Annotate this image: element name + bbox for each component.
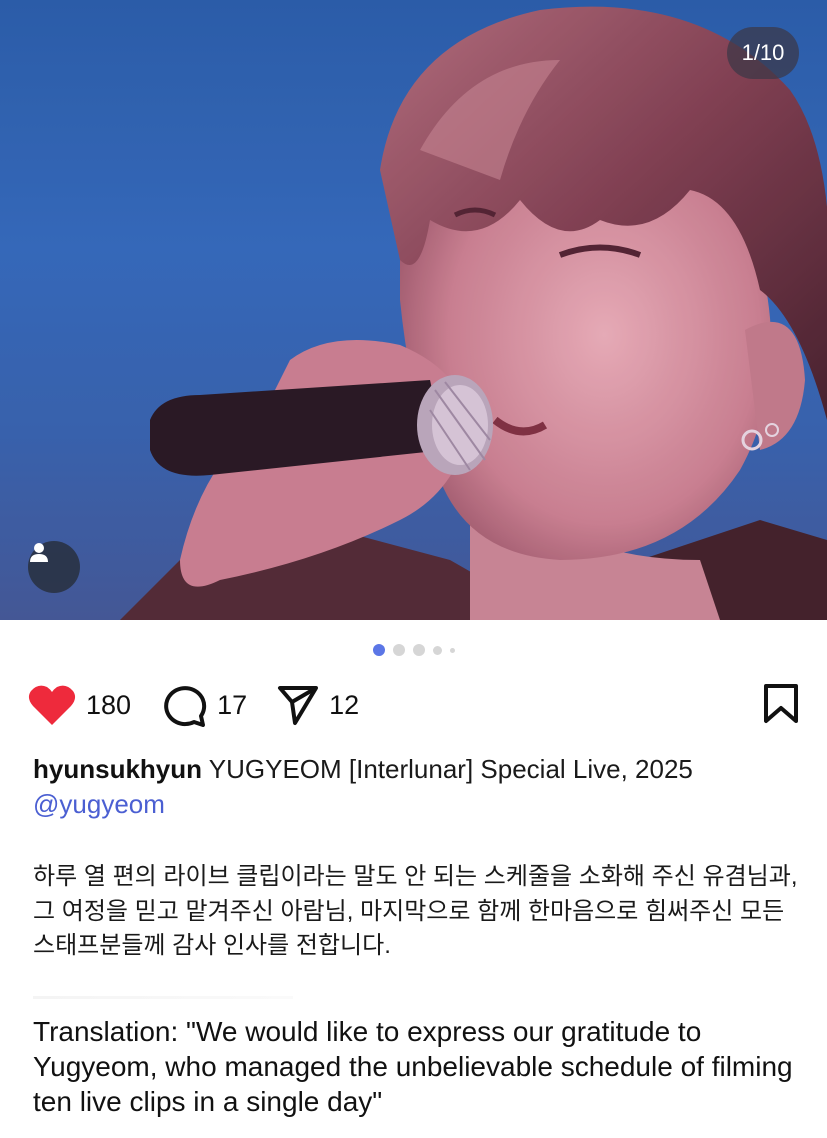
like-action[interactable]: 180 [28,684,131,726]
heart-icon[interactable] [28,684,76,726]
caption-text: YUGYEOM [Interlunar] Special Live, 2025 [202,754,693,784]
post-photo[interactable]: 1/10 [0,0,827,620]
page-dot[interactable] [392,644,405,656]
image-counter: 1/10 [727,27,799,79]
like-count: 180 [86,689,132,720]
divider [33,996,293,999]
share-count: 12 [329,689,360,720]
send-icon[interactable] [277,684,319,726]
caption-username[interactable]: hyunsukhyun [33,754,202,784]
user-icon [30,543,48,562]
comment-count: 17 [217,689,248,720]
share-action[interactable]: 12 [277,684,359,726]
page-dot[interactable] [449,647,455,653]
post-body-korean: 하루 열 편의 라이브 클립이라는 말도 안 되는 스케줄을 소화해 주신 유겸… [33,863,798,959]
post-actions: 180 17 12 [28,680,799,730]
page-dot[interactable] [412,644,425,656]
tagged-users-button[interactable] [28,541,80,593]
translation-text: Translation: "We would like to express o… [33,1016,793,1117]
page-dot[interactable] [432,645,442,655]
page-dot-active[interactable] [372,644,385,656]
comment-action[interactable]: 17 [161,683,247,727]
bookmark-icon[interactable] [763,683,799,725]
comment-icon[interactable] [161,683,207,727]
caption-mention[interactable]: @yugyeom [33,789,165,819]
bookmark-button[interactable] [763,683,799,730]
singer-illustration [0,0,827,620]
post-caption: hyunsukhyun YUGYEOM [Interlunar] Special… [33,752,797,822]
carousel-pagination[interactable] [0,644,827,656]
